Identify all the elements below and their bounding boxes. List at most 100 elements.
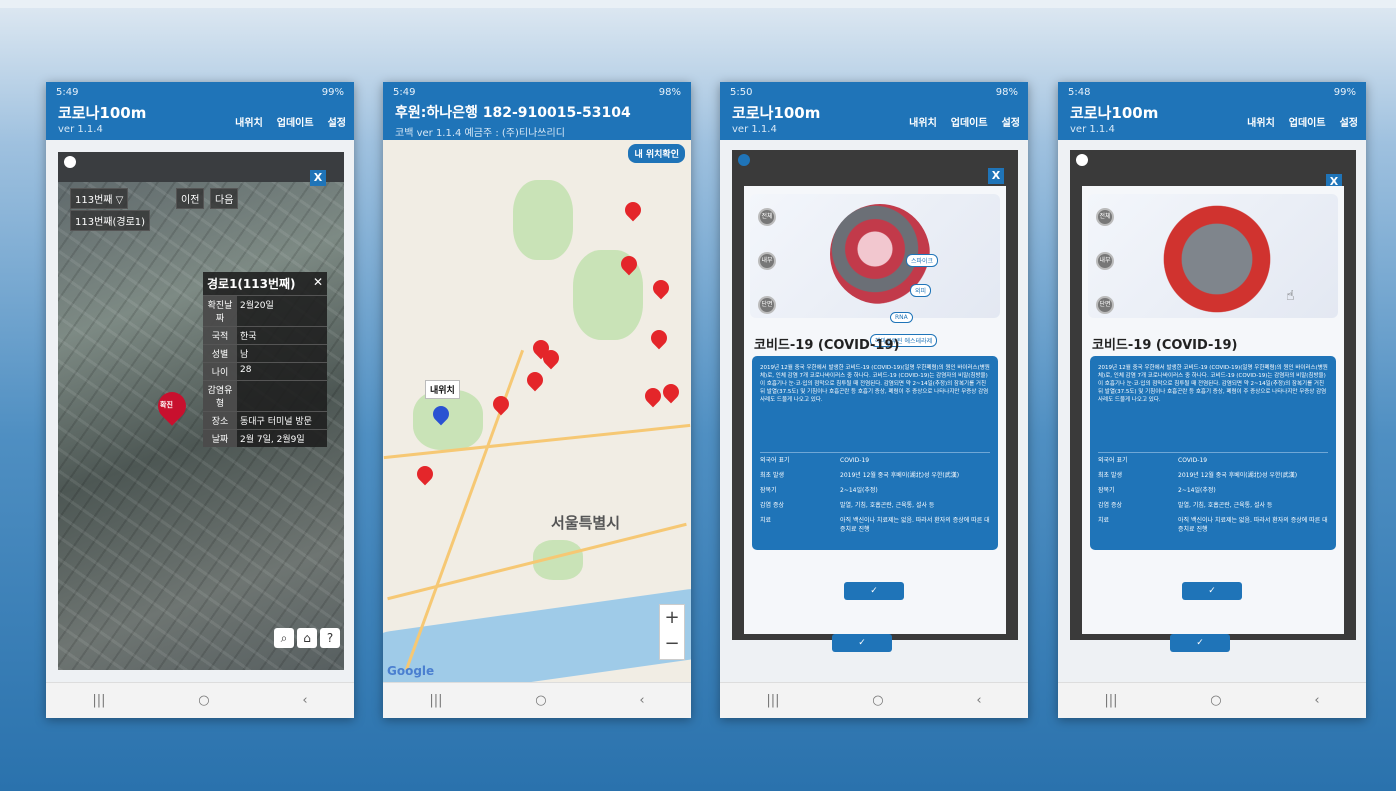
table-row: 최초 발생 2019년 12월 중국 후베이(湖北)성 우한(武漢) xyxy=(1098,472,1298,479)
covid-facts-table: 외국어 표기 COVID-19 최초 발생 2019년 12월 중국 후베이(湖北)… xyxy=(1098,452,1328,537)
case-marker-icon[interactable] xyxy=(489,392,513,416)
recent-apps-icon[interactable]: ||| xyxy=(1104,693,1117,708)
hand-pointer-icon: ☝ xyxy=(1286,288,1295,304)
stage-inner-button[interactable]: 내부 xyxy=(1096,252,1114,270)
radio-icon[interactable] xyxy=(1076,154,1088,166)
confirm-button[interactable]: ✓ xyxy=(844,582,904,600)
home-icon[interactable]: ⌂ xyxy=(297,628,317,648)
notice-bar xyxy=(58,152,344,182)
label-rna: RNA xyxy=(890,312,913,323)
home-nav-icon[interactable]: ○ xyxy=(872,693,883,708)
back-icon[interactable]: ‹ xyxy=(639,693,644,708)
back-icon[interactable]: ‹ xyxy=(1314,693,1319,708)
back-icon[interactable]: ‹ xyxy=(976,693,981,708)
case-marker-icon[interactable] xyxy=(621,198,645,222)
case-marker-icon[interactable] xyxy=(647,326,671,350)
virus-illustration[interactable]: 전체 내부 단면 ☝ xyxy=(1088,194,1338,318)
sponsor-subtitle: 코백 ver 1.1.4 예금주 : (주)티나쓰리디 xyxy=(395,128,565,139)
case-marker-icon[interactable] xyxy=(413,462,437,486)
label-envelope: 외피 xyxy=(910,284,932,297)
street-map[interactable]: 내 위치확인 내위치 서울특별시 + − Google xyxy=(383,140,691,682)
help-icon[interactable]: ? xyxy=(320,628,340,648)
stage-full-button[interactable]: 전체 xyxy=(1096,208,1114,226)
status-time: 5:49 xyxy=(56,86,79,98)
close-icon[interactable]: X xyxy=(310,170,326,186)
recent-apps-icon[interactable]: ||| xyxy=(766,693,779,708)
case-marker-icon[interactable] xyxy=(649,276,673,300)
menu-my-location[interactable]: 내위치 xyxy=(909,114,937,129)
phone-screen-2: 5:49 98% 후원:하나은행 182-910015-53104 코백 ver… xyxy=(383,82,691,718)
status-bar: 5:49 98% xyxy=(383,82,691,102)
menu-update[interactable]: 업데이트 xyxy=(951,114,988,129)
confirm-button[interactable]: ✓ xyxy=(1182,582,1242,600)
covid-info-box: 2019년 12월 중국 우한에서 발생한 코비드-19 (COVID-19)(… xyxy=(1090,356,1336,550)
app-menu: 내위치 업데이트 설정 xyxy=(909,114,1020,129)
status-bar: 5:48 99% xyxy=(1058,82,1366,102)
case-marker-icon[interactable] xyxy=(641,384,665,408)
bottom-confirm-button[interactable]: ✓ xyxy=(1170,634,1230,652)
map-tools: ⌕ ⌂ ? xyxy=(274,628,340,648)
status-bar: 5:50 98% xyxy=(720,82,1028,102)
my-location-label: 내위치 xyxy=(425,380,460,399)
menu-my-location[interactable]: 내위치 xyxy=(1247,114,1275,129)
table-row: 감염 증상 발열, 기침, 호흡곤란, 근육통, 설사 등 xyxy=(1098,502,1273,509)
close-icon[interactable]: X xyxy=(988,168,1004,184)
table-row: 최초 발생 2019년 12월 중국 후베이(湖北)성 우한(武漢) xyxy=(760,472,960,479)
covid-info-dialog: X 전체 내부 단면 스파이크 외피 RNA 헤마글루틴 에스테라제 코비드-1… xyxy=(732,150,1018,640)
android-nav-bar: ||| ○ ‹ xyxy=(1058,682,1366,718)
status-bar: 5:49 99% xyxy=(46,82,354,102)
menu-settings[interactable]: 설정 xyxy=(1002,114,1020,129)
covid-facts-table: 외국어 표기 COVID-19 최초 발생 2019년 12월 중국 후베이(湖北)… xyxy=(760,452,990,537)
satellite-map[interactable]: X 113번째 ▽ 이전 다음 113번째(경로1) 경로1(113번째) ✕ … xyxy=(58,152,344,670)
menu-settings[interactable]: 설정 xyxy=(1340,114,1358,129)
android-nav-bar: ||| ○ ‹ xyxy=(383,682,691,718)
home-nav-icon[interactable]: ○ xyxy=(1210,693,1221,708)
zoom-in-button[interactable]: + xyxy=(660,605,684,631)
covid-info-dialog: X 전체 내부 단면 ☝ 코비드-19 (COVID-19) 2019년 12월… xyxy=(1070,150,1356,640)
info-close-icon[interactable]: ✕ xyxy=(313,275,323,289)
app-bar: 코로나100m ver 1.1.4 내위치 업데이트 설정 xyxy=(720,102,1028,140)
case-marker-icon[interactable] xyxy=(659,380,683,404)
stage-inner-button[interactable]: 내부 xyxy=(758,252,776,270)
menu-update[interactable]: 업데이트 xyxy=(277,114,314,129)
app-menu: 내위치 업데이트 설정 xyxy=(1247,114,1358,129)
city-label: 서울특별시 xyxy=(551,514,621,532)
home-nav-icon[interactable]: ○ xyxy=(535,693,546,708)
zoom-out-button[interactable]: − xyxy=(660,631,684,657)
virus-illustration[interactable]: 전체 내부 단면 스파이크 외피 RNA 헤마글루틴 에스테라제 xyxy=(750,194,1000,347)
case-marker-icon[interactable] xyxy=(523,368,547,392)
app-title: 코로나100m xyxy=(732,104,821,122)
stage-section-button[interactable]: 단면 xyxy=(758,296,776,314)
bottom-confirm-button[interactable]: ✓ xyxy=(832,634,892,652)
info-row: 확진날짜 2월20일 xyxy=(203,295,327,326)
status-battery: 99% xyxy=(1333,86,1356,98)
app-version: ver 1.1.4 xyxy=(732,124,777,135)
stage-selector: 전체 내부 단면 xyxy=(758,208,776,314)
search-icon[interactable]: ⌕ xyxy=(274,628,294,648)
menu-my-location[interactable]: 내위치 xyxy=(235,114,263,129)
virus-exterior-icon xyxy=(1162,204,1272,314)
radio-icon[interactable] xyxy=(738,154,750,166)
prev-button[interactable]: 이전 xyxy=(176,188,205,209)
stage-section-button[interactable]: 단면 xyxy=(1096,296,1114,314)
radio-icon[interactable] xyxy=(64,156,76,168)
covid-title: 코비드-19 (COVID-19) xyxy=(1092,338,1238,353)
covid-info-box: 2019년 12월 중국 우한에서 발생한 코비드-19 (COVID-19)(… xyxy=(752,356,998,550)
menu-update[interactable]: 업데이트 xyxy=(1289,114,1326,129)
status-time: 5:48 xyxy=(1068,86,1091,98)
info-row: 날짜 2월 7일, 2월9일 xyxy=(203,429,327,447)
my-location-button[interactable]: 내 위치확인 xyxy=(628,144,685,163)
stage-full-button[interactable]: 전체 xyxy=(758,208,776,226)
recent-apps-icon[interactable]: ||| xyxy=(92,693,105,708)
route-label: 113번째(경로1) xyxy=(70,210,151,231)
menu-settings[interactable]: 설정 xyxy=(328,114,346,129)
back-icon[interactable]: ‹ xyxy=(302,693,307,708)
covid-description: 2019년 12월 중국 우한에서 발생한 코비드-19 (COVID-19)(… xyxy=(1098,365,1328,403)
zoom-control: + − xyxy=(659,604,685,660)
recent-apps-icon[interactable]: ||| xyxy=(429,693,442,708)
next-button[interactable]: 다음 xyxy=(210,188,239,209)
case-selector[interactable]: 113번째 ▽ xyxy=(70,188,129,209)
status-battery: 99% xyxy=(321,86,344,98)
case-pin-label: 확진 xyxy=(160,401,173,409)
home-nav-icon[interactable]: ○ xyxy=(198,693,209,708)
